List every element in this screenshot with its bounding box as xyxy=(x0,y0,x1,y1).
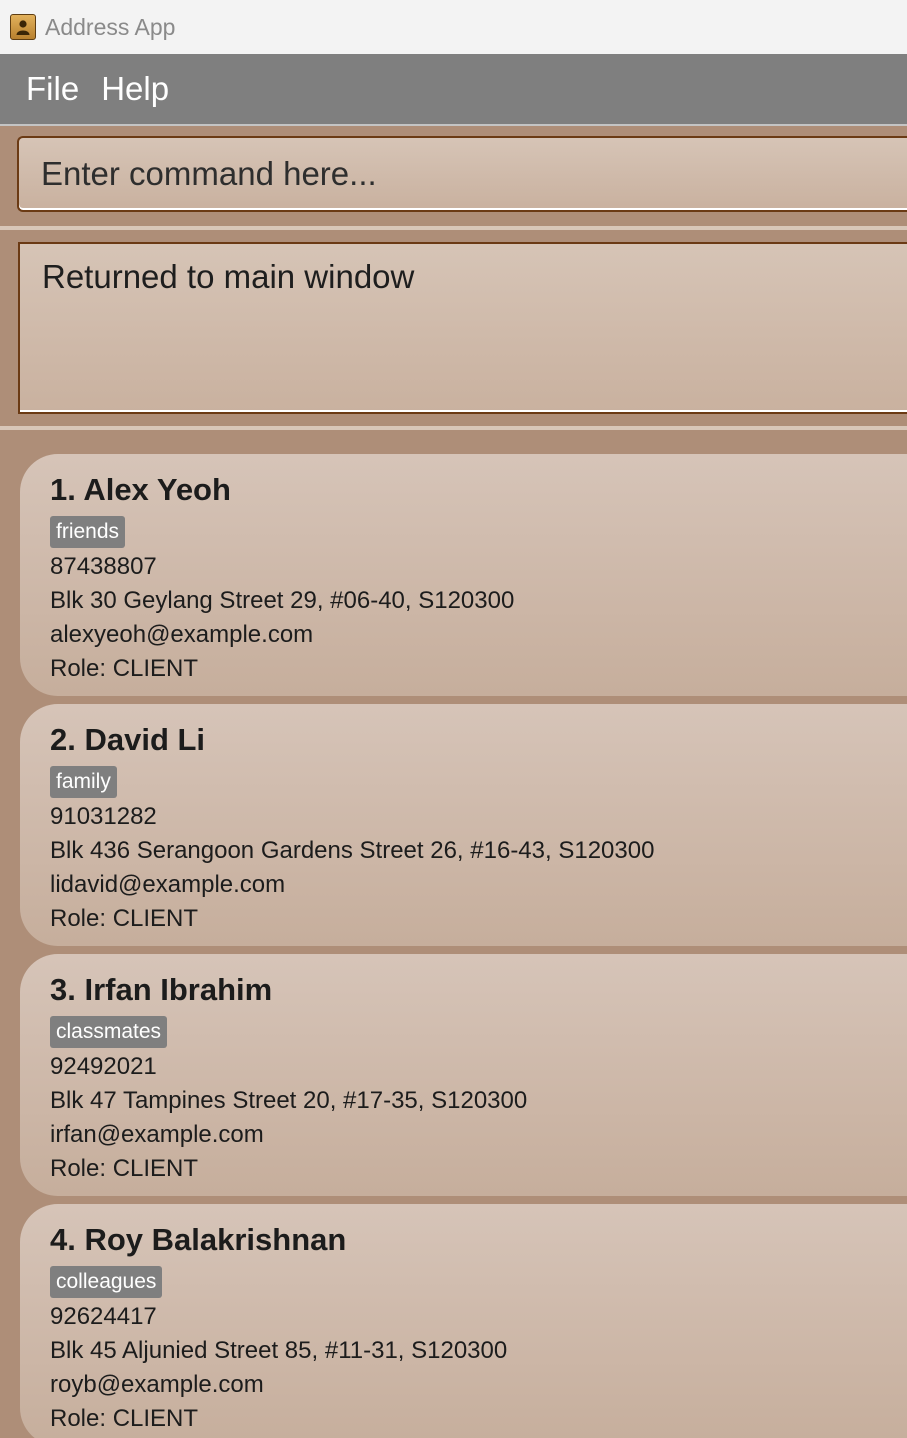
title-bar: Address App xyxy=(0,0,907,54)
person-name: 3. Irfan Ibrahim xyxy=(50,972,273,1007)
person-name: 4. Roy Balakrishnan xyxy=(50,1222,347,1257)
result-text: Returned to main window xyxy=(42,258,415,295)
person-card[interactable]: 2. David Li family 91031282 Blk 436 Sera… xyxy=(20,704,907,946)
person-phone: 92624417 xyxy=(50,1303,157,1330)
person-name: 1. Alex Yeoh xyxy=(50,472,231,507)
person-card[interactable]: 1. Alex Yeoh friends 87438807 Blk 30 Gey… xyxy=(20,454,907,696)
person-list[interactable]: 1. Alex Yeoh friends 87438807 Blk 30 Gey… xyxy=(0,430,907,1438)
person-address: Blk 436 Serangoon Gardens Street 26, #16… xyxy=(50,837,655,864)
person-card[interactable]: 4. Roy Balakrishnan colleagues 92624417 … xyxy=(20,1204,907,1438)
person-phone: 92492021 xyxy=(50,1053,157,1080)
person-role: Role: CLIENT xyxy=(50,655,199,682)
person-address: Blk 47 Tampines Street 20, #17-35, S1203… xyxy=(50,1087,528,1114)
result-display[interactable]: Returned to main window xyxy=(18,242,907,414)
person-phone: 87438807 xyxy=(50,553,157,580)
person-tag: colleagues xyxy=(50,1266,163,1298)
command-box-area xyxy=(0,126,907,226)
command-input[interactable] xyxy=(17,136,907,212)
person-role: Role: CLIENT xyxy=(50,1155,199,1182)
address-book-icon xyxy=(10,14,36,40)
person-tag: friends xyxy=(50,516,126,548)
person-name: 2. David Li xyxy=(50,722,206,757)
person-tag: family xyxy=(50,766,117,798)
person-email: lidavid@example.com xyxy=(50,871,286,898)
person-role: Role: CLIENT xyxy=(50,905,199,932)
person-address: Blk 30 Geylang Street 29, #06-40, S12030… xyxy=(50,587,515,614)
person-email: irfan@example.com xyxy=(50,1121,264,1148)
person-email: royb@example.com xyxy=(50,1371,264,1398)
person-tag: classmates xyxy=(50,1016,168,1048)
person-phone: 91031282 xyxy=(50,803,157,830)
window-title: Address App xyxy=(45,13,176,40)
person-address: Blk 45 Aljunied Street 85, #11-31, S1203… xyxy=(50,1337,508,1364)
person-role: Role: CLIENT xyxy=(50,1405,199,1432)
menu-help[interactable]: Help xyxy=(101,70,169,108)
person-card[interactable]: 3. Irfan Ibrahim classmates 92492021 Blk… xyxy=(20,954,907,1196)
result-display-area: Returned to main window xyxy=(0,230,907,426)
person-email: alexyeoh@example.com xyxy=(50,621,314,648)
menu-bar: File Help xyxy=(0,54,907,126)
menu-file[interactable]: File xyxy=(26,70,79,108)
